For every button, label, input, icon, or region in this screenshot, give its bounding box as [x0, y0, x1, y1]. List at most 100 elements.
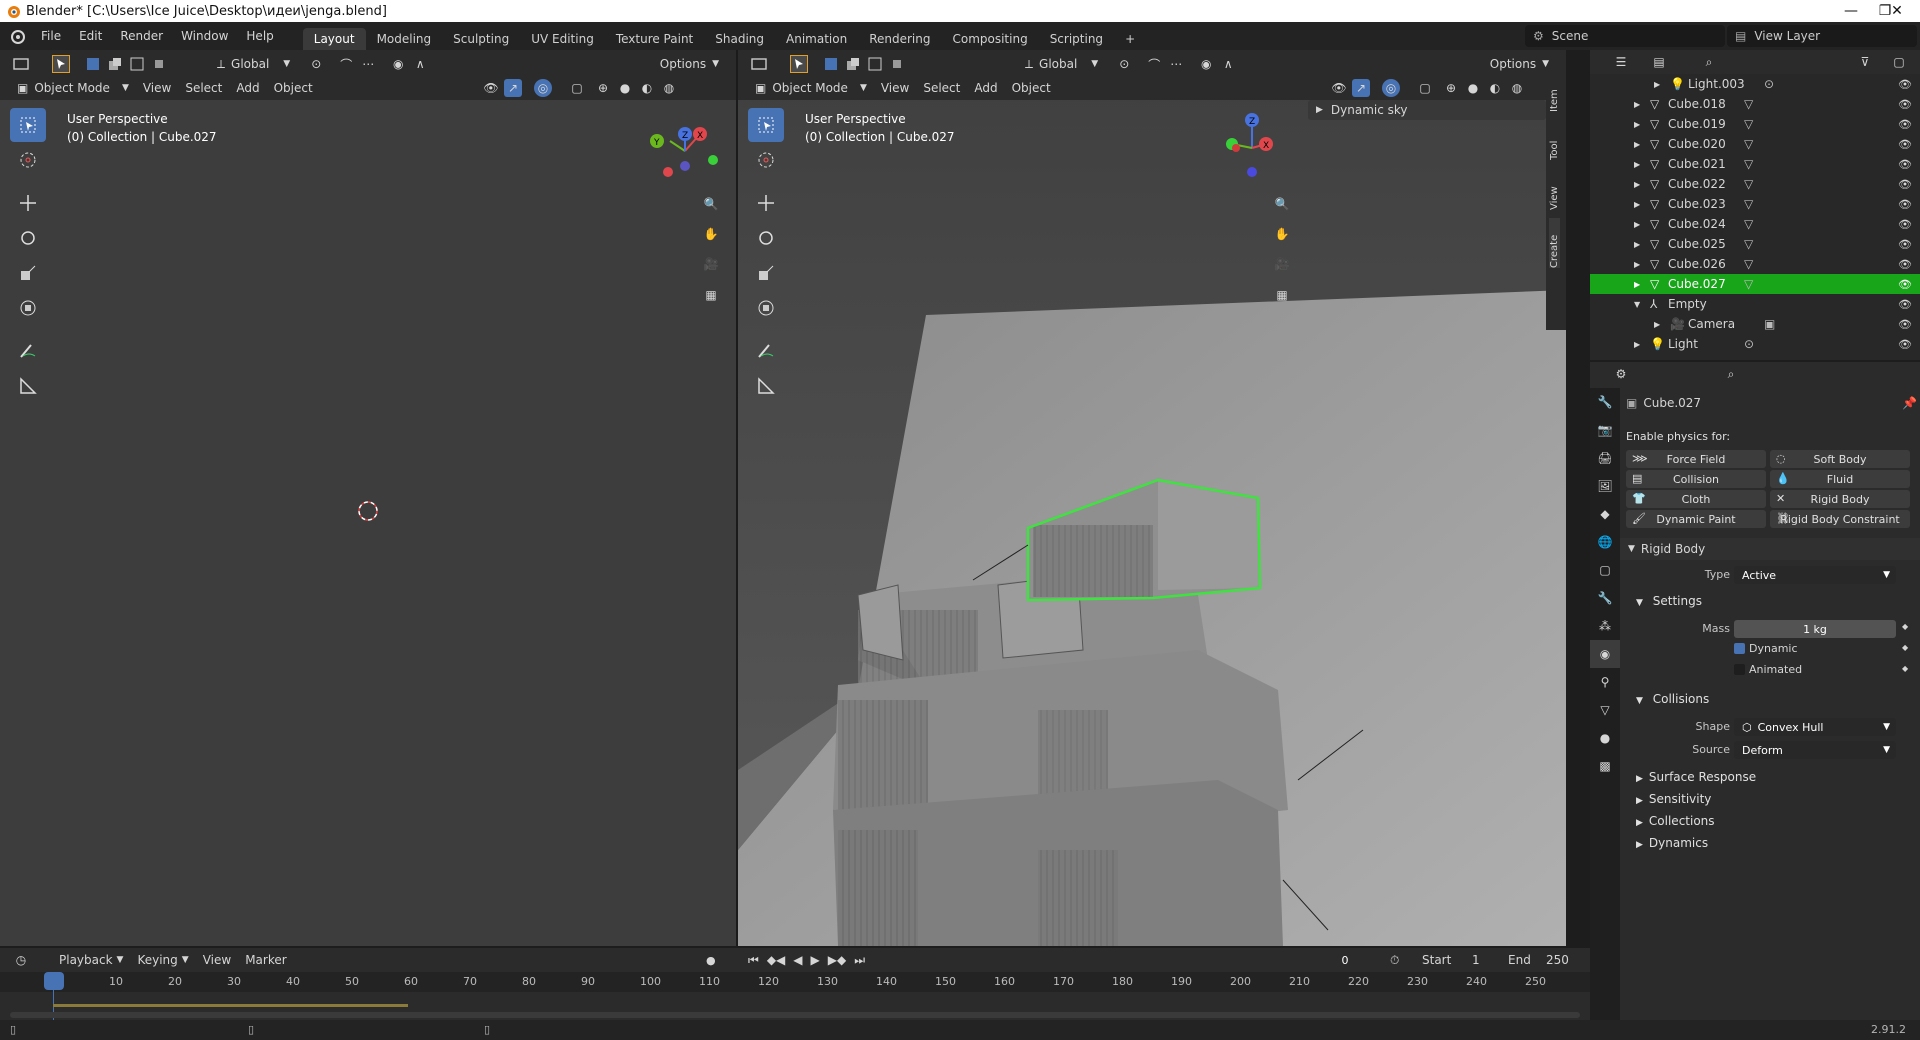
mode-dropdown[interactable]: ▣ Object Mode ▼ — [10, 78, 136, 98]
measure-tool[interactable] — [10, 369, 46, 403]
light-data-icon[interactable]: ⊙ — [1744, 337, 1754, 351]
horizontal-scrollbar[interactable] — [10, 1012, 1580, 1018]
tab-shading[interactable]: Shading — [704, 28, 775, 50]
expand-arrow-icon[interactable]: ▶ — [1634, 200, 1640, 209]
annotate-tool[interactable] — [10, 334, 46, 368]
menu-object[interactable]: Object — [267, 78, 320, 98]
render-tab-icon[interactable]: 📷 — [1590, 416, 1620, 444]
material-shading-icon[interactable]: ◐ — [638, 79, 656, 97]
scale-tool[interactable] — [10, 256, 46, 290]
material-tab-icon[interactable]: ● — [1590, 724, 1620, 752]
rendered-shading-icon[interactable]: ◍ — [660, 79, 678, 97]
sidebar-tab-item[interactable]: Item — [1549, 72, 1560, 112]
mesh-data-icon[interactable]: ▽ — [1744, 137, 1753, 151]
dynamic-sky-panel-header[interactable]: ▶ Dynamic sky — [1308, 100, 1546, 120]
rigid-body-button[interactable]: ✕ Rigid Body — [1770, 490, 1910, 508]
outliner-item-name[interactable]: Empty — [1668, 297, 1707, 311]
source-dropdown[interactable]: Deform ▼ — [1734, 741, 1896, 759]
expand-arrow-icon[interactable]: ▶ — [1654, 320, 1660, 329]
visibility-eye-icon[interactable]: 👁 — [1898, 238, 1912, 251]
select-mode-subtract-icon[interactable] — [866, 55, 884, 73]
visibility-eye-icon[interactable]: 👁 — [1898, 218, 1912, 231]
display-mode-icon[interactable]: ▤ — [1650, 53, 1668, 71]
pan-hand-icon[interactable]: ✋ — [697, 220, 725, 248]
stopwatch-icon[interactable]: ⏱ — [1390, 953, 1399, 968]
visibility-eye-icon[interactable]: 👁 — [1898, 158, 1912, 171]
camera-data-icon[interactable]: ▣ — [1764, 317, 1775, 331]
outliner-item-name[interactable]: Camera — [1688, 317, 1735, 331]
keying-menu[interactable]: Keying ▼ — [130, 950, 195, 970]
outliner-item-name[interactable]: Light.003 — [1688, 77, 1745, 91]
tab-texture-paint[interactable]: Texture Paint — [605, 28, 704, 50]
expand-arrow-icon[interactable]: ▶ — [1634, 180, 1640, 189]
expand-arrow-icon[interactable]: ▶ — [1634, 100, 1640, 109]
outliner-item-name[interactable]: Cube.025 — [1668, 237, 1726, 251]
outliner-item-name[interactable]: Cube.022 — [1668, 177, 1726, 191]
marker-menu[interactable]: Marker — [238, 950, 293, 970]
outliner-item-name[interactable]: Cube.018 — [1668, 97, 1726, 111]
select-mode-intersect-icon[interactable] — [888, 55, 906, 73]
editor-type-icon[interactable] — [750, 55, 768, 73]
left-3d-viewport[interactable]: ⟂ Global ▼ ⊙ ⌒ ⋯ ◉ ∧ Options ▼ ▣ Object … — [0, 50, 736, 946]
outliner-row[interactable]: ▶ ▽ Cube.027 ▽ 👁 — [1590, 274, 1920, 294]
view-layer-selector[interactable]: ▤ View Layer — [1727, 25, 1917, 47]
current-frame-field[interactable]: 0 — [1260, 951, 1430, 969]
keyframe-dot-icon[interactable]: ◆ — [1902, 643, 1908, 652]
outliner-row[interactable]: ▶ ▽ Cube.024 ▽ 👁 — [1590, 214, 1920, 234]
menu-select[interactable]: Select — [178, 78, 229, 98]
collections-subpanel[interactable]: ▶ Collections — [1636, 814, 1715, 828]
settings-subpanel-header[interactable]: ▼ Settings — [1636, 594, 1702, 608]
snap-increment-icon[interactable]: ⋯ — [1167, 55, 1185, 73]
outliner-item-name[interactable]: Cube.020 — [1668, 137, 1726, 151]
tab-modeling[interactable]: Modeling — [366, 28, 443, 50]
outliner-item-name[interactable]: Cube.027 — [1668, 277, 1726, 291]
object-tab-icon[interactable]: ▢ — [1590, 556, 1620, 584]
overlays-toggle-icon[interactable]: ◎ — [534, 79, 552, 97]
tab-animation[interactable]: Animation — [775, 28, 858, 50]
shape-dropdown[interactable]: ⬡ Convex Hull ▼ — [1734, 718, 1896, 736]
expand-arrow-icon[interactable]: ▶ — [1634, 340, 1640, 349]
menu-add[interactable]: Add — [229, 78, 266, 98]
collapse-arrow-icon[interactable]: ▼ — [1634, 300, 1640, 309]
jump-end-icon[interactable]: ⏭ — [854, 953, 865, 968]
expand-arrow-icon[interactable]: ▶ — [1634, 140, 1640, 149]
falloff-icon[interactable]: ∧ — [1219, 55, 1237, 73]
measure-tool[interactable] — [748, 369, 784, 403]
sidebar-tab-create[interactable]: Create — [1549, 218, 1560, 268]
proportional-edit-icon[interactable]: ◉ — [1197, 55, 1215, 73]
outliner-row[interactable]: ▶ ▽ Cube.018 ▽ 👁 — [1590, 94, 1920, 114]
gizmo-toggle-icon[interactable]: ↗ — [1352, 79, 1370, 97]
dynamic-checkbox[interactable]: Dynamic — [1734, 642, 1798, 655]
menu-object[interactable]: Object — [1005, 78, 1058, 98]
outliner-item-name[interactable]: Cube.021 — [1668, 157, 1726, 171]
collision-button[interactable]: ▤ Collision — [1626, 470, 1766, 488]
keyframe-dot-icon[interactable]: ◆ — [1902, 664, 1908, 673]
select-mode-subtract-icon[interactable] — [128, 55, 146, 73]
left-options-dropdown[interactable]: Options ▼ — [653, 54, 726, 74]
visibility-eye-icon[interactable]: 👁 — [1898, 258, 1912, 271]
outliner-item-name[interactable]: Cube.019 — [1668, 117, 1726, 131]
constraints-tab-icon[interactable]: ⚲ — [1590, 668, 1620, 696]
sensitivity-subpanel[interactable]: ▶ Sensitivity — [1636, 792, 1711, 806]
falloff-icon[interactable]: ∧ — [411, 55, 429, 73]
mesh-data-icon[interactable]: ▽ — [1744, 217, 1753, 231]
tab-scripting[interactable]: Scripting — [1039, 28, 1114, 50]
output-tab-icon[interactable]: 🖨 — [1590, 444, 1620, 472]
tab-layout[interactable]: Layout — [302, 28, 366, 50]
light-data-icon[interactable]: ⊙ — [1764, 77, 1774, 91]
scene-selector[interactable]: ⚙ Scene — [1525, 25, 1725, 47]
outliner-row[interactable]: ▼ ⅄ Empty 👁 — [1590, 294, 1920, 314]
select-box-tool[interactable] — [748, 108, 784, 142]
rotate-tool[interactable] — [10, 221, 46, 255]
scene-tab-icon[interactable]: ◆ — [1590, 500, 1620, 528]
select-tool-icon[interactable] — [52, 55, 70, 73]
select-mode-new-icon[interactable] — [84, 55, 102, 73]
rigid-body-constraint-button[interactable]: ⛓ Rigid Body Constraint — [1770, 510, 1910, 528]
timeline-editor[interactable]: ◷ Playback ▼ Keying ▼ View Marker ● ⏮ ◆◀ ◀… — [0, 948, 1590, 1028]
visibility-eye-icon[interactable]: 👁 — [1898, 98, 1912, 111]
navigation-gizmo[interactable]: Z X — [1212, 108, 1292, 188]
menu-edit[interactable]: Edit — [70, 22, 111, 50]
visibility-eye-icon[interactable]: 👁 — [1898, 278, 1912, 291]
solid-shading-icon[interactable]: ● — [616, 79, 634, 97]
ortho-grid-icon[interactable]: ▦ — [1268, 281, 1296, 309]
